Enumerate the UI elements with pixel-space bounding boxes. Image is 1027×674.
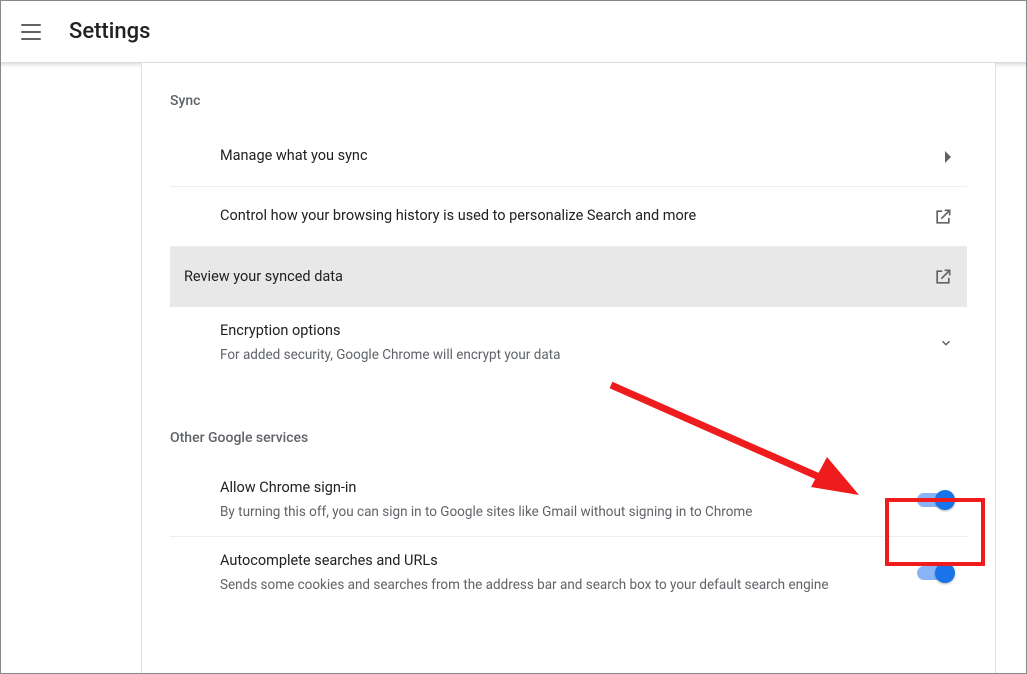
settings-card: Sync Manage what you sync Control how yo… — [141, 63, 996, 673]
app-header: Settings — [1, 1, 1026, 63]
row-sublabel: By turning this off, you can sign in to … — [220, 502, 897, 522]
row-label: Allow Chrome sign-in — [220, 478, 897, 498]
menu-icon[interactable] — [21, 18, 49, 46]
chevron-right-icon — [943, 151, 953, 163]
open-external-icon — [933, 267, 953, 287]
row-label: Review your synced data — [184, 267, 913, 287]
page-title: Settings — [69, 19, 150, 44]
row-encryption[interactable]: Encryption options For added security, G… — [170, 307, 967, 380]
chevron-down-icon — [939, 336, 953, 350]
row-label: Encryption options — [220, 321, 919, 341]
section-sync-title: Sync — [170, 93, 967, 109]
row-autocomplete: Autocomplete searches and URLs Sends som… — [170, 537, 967, 610]
row-control-history[interactable]: Control how your browsing history is use… — [170, 187, 967, 247]
row-label: Control how your browsing history is use… — [220, 206, 913, 226]
row-allow-signin: Allow Chrome sign-in By turning this off… — [170, 464, 967, 538]
row-review-synced[interactable]: Review your synced data — [170, 247, 967, 307]
row-label: Manage what you sync — [220, 146, 923, 166]
toggle-autocomplete[interactable] — [917, 566, 953, 580]
content-area: Sync Manage what you sync Control how yo… — [1, 63, 1026, 673]
row-sublabel: For added security, Google Chrome will e… — [220, 345, 919, 365]
toggle-allow-signin[interactable] — [917, 493, 953, 507]
open-external-icon — [933, 207, 953, 227]
section-other-title: Other Google services — [170, 430, 967, 446]
row-manage-sync[interactable]: Manage what you sync — [170, 127, 967, 187]
row-label: Autocomplete searches and URLs — [220, 551, 897, 571]
row-sublabel: Sends some cookies and searches from the… — [220, 575, 897, 595]
